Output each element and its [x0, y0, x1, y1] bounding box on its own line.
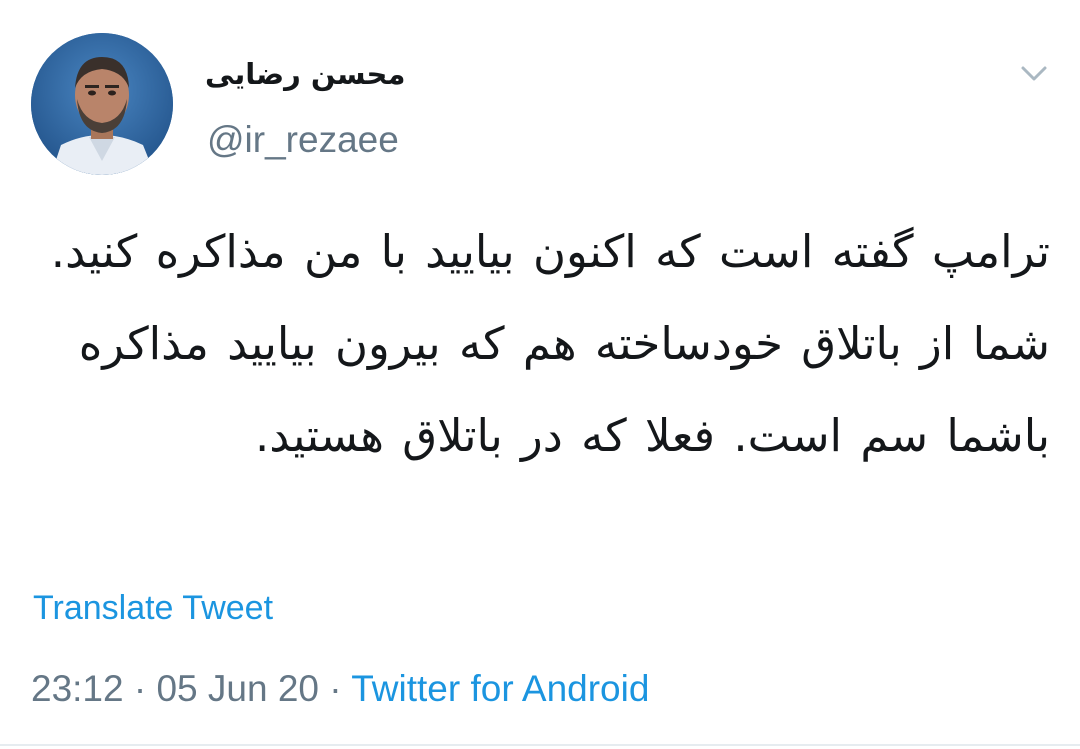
- meta-separator: ·: [133, 668, 147, 709]
- tweet-card: محسن رضایی @ir_rezaee ترامپ گفته است که …: [0, 0, 1080, 749]
- tweet-time: 23:12: [31, 668, 124, 709]
- chevron-down-icon[interactable]: [1016, 58, 1052, 88]
- display-name[interactable]: محسن رضایی: [205, 52, 465, 96]
- avatar-photo-icon: [31, 33, 173, 175]
- tweet-text: ترامپ گفته است که اکنون بیایید با من مذا…: [50, 225, 1050, 462]
- tweet-metadata: 23:12 · 05 Jun 20 · Twitter for Android: [31, 667, 649, 711]
- meta-separator: ·: [329, 668, 342, 709]
- translate-tweet-link[interactable]: Translate Tweet: [33, 588, 273, 628]
- avatar[interactable]: [31, 33, 173, 175]
- tweet-source-link[interactable]: Twitter for Android: [351, 668, 649, 709]
- divider: [0, 744, 1080, 746]
- user-handle[interactable]: @ir_rezaee: [207, 118, 399, 162]
- tweet-date: 05 Jun 20: [156, 668, 320, 709]
